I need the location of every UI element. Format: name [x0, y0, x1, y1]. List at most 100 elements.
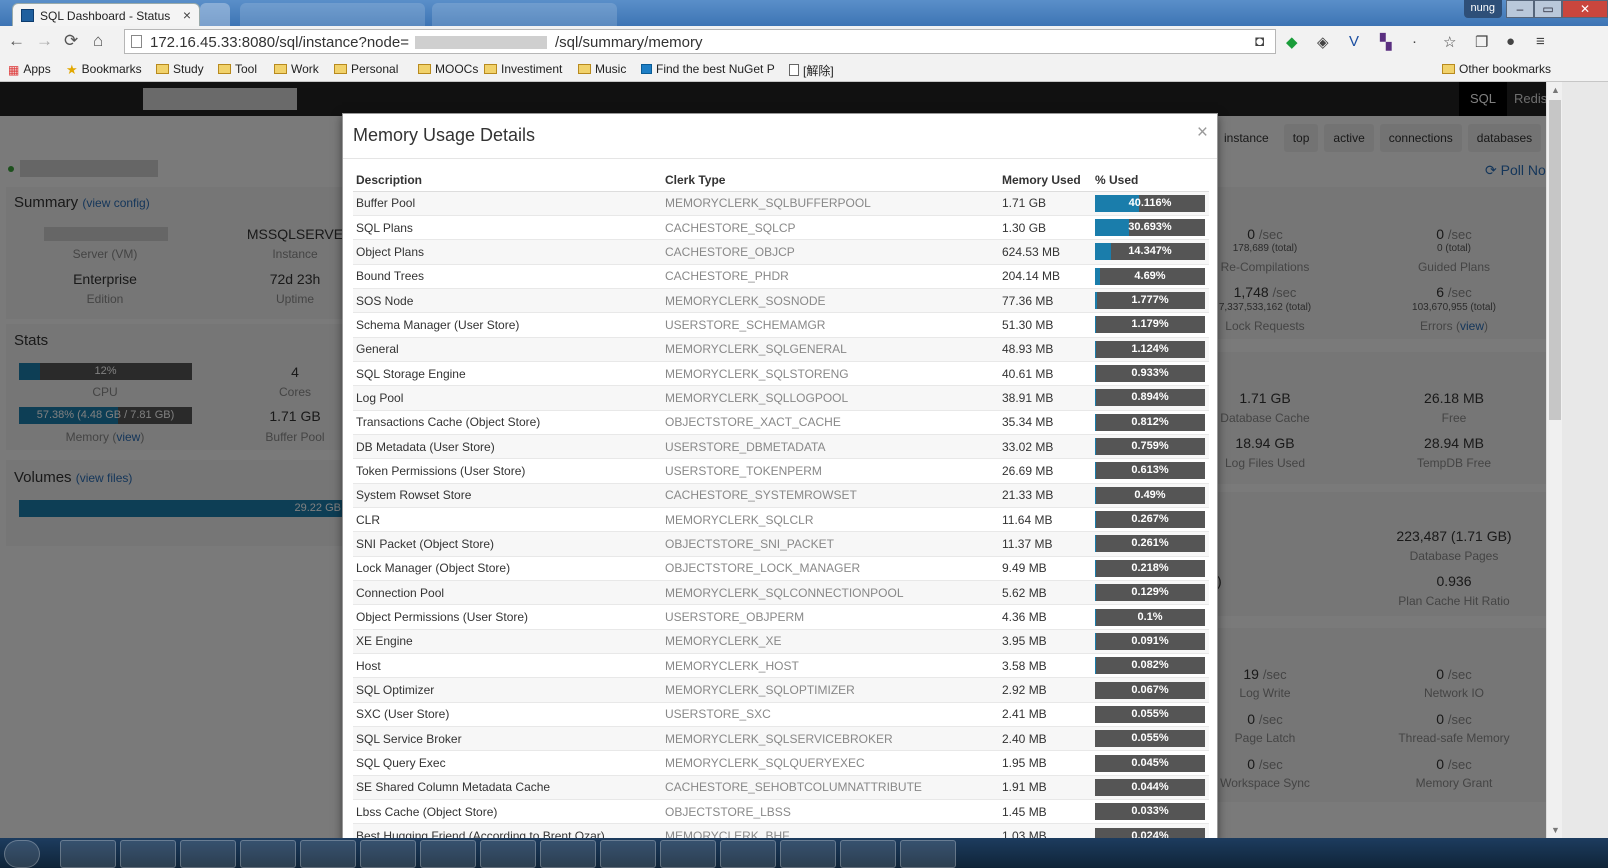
pct-used-bar: 0.067% [1095, 681, 1205, 699]
row-description: Bound Trees [353, 263, 662, 289]
pct-used-bar: 0.759% [1095, 438, 1205, 456]
col-pct-used: % Used [1092, 167, 1209, 192]
row-pct-cell: 0.49% [1092, 482, 1209, 508]
row-pct-cell: 0.055% [1092, 701, 1209, 727]
taskbar-app[interactable] [780, 840, 836, 868]
row-memory-used: 2.40 MB [999, 726, 1092, 751]
taskbar-app[interactable] [600, 840, 656, 868]
home-icon[interactable]: ⌂ [93, 31, 103, 51]
extension-circle-icon[interactable]: ● [1506, 33, 1515, 50]
pct-used-text: 0.894% [1131, 391, 1169, 404]
row-pct-cell: 1.124% [1092, 336, 1209, 362]
taskbar-app[interactable] [840, 840, 896, 868]
extension-green-icon[interactable]: ◆ [1286, 33, 1298, 51]
reload-icon[interactable]: ⟳ [64, 31, 78, 51]
table-row: CLR MEMORYCLERK_SQLCLR 11.64 MB 0.267% [353, 506, 1209, 532]
table-row: SQL Plans CACHESTORE_SQLCP 1.30 GB 30.693% [353, 214, 1209, 240]
window-close-icon[interactable]: ✕ [1562, 0, 1608, 18]
scroll-up-icon[interactable]: ▲ [1551, 85, 1560, 95]
pct-used-text: 0.759% [1131, 440, 1169, 453]
maximize-icon[interactable]: ▭ [1534, 0, 1562, 18]
browser-tab-blurred[interactable] [432, 3, 617, 26]
browser-tab-blurred[interactable] [240, 3, 425, 26]
pct-used-bar: 0.261% [1095, 535, 1205, 553]
table-row: Lock Manager (Object Store) OBJECTSTORE_L… [353, 555, 1209, 581]
extension-chart-icon[interactable]: ▚ [1380, 33, 1392, 51]
extension-window-icon[interactable]: ❐ [1475, 33, 1488, 51]
forward-icon[interactable]: → [36, 31, 53, 51]
taskbar-app[interactable] [240, 840, 296, 868]
bookmark-music[interactable]: Music [578, 62, 626, 76]
pct-used-text: 0.129% [1131, 586, 1169, 599]
row-description: Schema Manager (User Store) [353, 312, 662, 338]
bookmark-personal[interactable]: Personal [334, 62, 398, 76]
taskbar-app[interactable] [420, 840, 476, 868]
pct-used-text: 30.693% [1128, 221, 1172, 234]
taskbar-app[interactable] [720, 840, 776, 868]
row-memory-used: 51.30 MB [999, 312, 1092, 338]
profile-badge[interactable]: nung [1463, 0, 1502, 18]
modal-close-icon[interactable]: × [1197, 122, 1208, 144]
bookmark-apps[interactable]: ▦ Apps [8, 62, 51, 77]
bookmark-page[interactable]: [解除] [789, 62, 834, 79]
extension-dot-icon[interactable]: · [1412, 33, 1417, 50]
taskbar-app[interactable] [480, 840, 536, 868]
row-pct-cell: 0.1% [1092, 604, 1209, 630]
pocket-icon[interactable]: ◘ [1255, 33, 1264, 50]
pct-used-bar: 0.129% [1095, 584, 1205, 602]
bookmark-other[interactable]: Other bookmarks [1442, 62, 1551, 76]
bookmark-investiment[interactable]: Investiment [484, 62, 562, 76]
bookmark-tool[interactable]: Tool [218, 62, 257, 76]
bookmark-nuget[interactable]: Find the best NuGet P [641, 62, 775, 76]
pct-used-bar: 0.055% [1095, 730, 1205, 748]
pct-used-text: 0.082% [1131, 659, 1169, 672]
taskbar-app[interactable] [900, 840, 956, 868]
pct-used-bar: 0.055% [1095, 705, 1205, 723]
taskbar-app[interactable] [120, 840, 176, 868]
row-clerk-type: MEMORYCLERK_HOST [662, 653, 999, 678]
minimize-icon[interactable]: – [1506, 0, 1534, 18]
extension-tag-icon[interactable]: ◈ [1317, 33, 1329, 51]
back-icon[interactable]: ← [8, 31, 25, 51]
row-pct-cell: 0.759% [1092, 433, 1209, 459]
start-button-icon[interactable] [4, 840, 40, 868]
folder-icon [578, 64, 591, 74]
pct-used-fill [1095, 219, 1129, 237]
taskbar-app[interactable] [60, 840, 116, 868]
page-icon [131, 35, 142, 48]
taskbar-app[interactable] [540, 840, 596, 868]
pct-used-text: 0.045% [1131, 756, 1169, 769]
window-edge [1562, 82, 1608, 838]
row-pct-cell: 0.033% [1092, 799, 1209, 824]
row-clerk-type: CACHESTORE_OBJCP [662, 239, 999, 265]
extension-v-icon[interactable]: V [1349, 33, 1359, 50]
bookmark-moocs[interactable]: MOOCs [418, 62, 478, 76]
row-clerk-type: MEMORYCLERK_SQLQUERYEXEC [662, 750, 999, 776]
row-description: Host [353, 653, 662, 678]
chrome-menu-icon[interactable]: ≡ [1536, 33, 1545, 50]
tab-close-icon[interactable]: × [183, 7, 191, 23]
row-clerk-type: MEMORYCLERK_XE [662, 628, 999, 654]
bookmark-study[interactable]: Study [156, 62, 204, 76]
new-tab-button[interactable] [200, 3, 230, 26]
address-bar[interactable]: 172.16.45.33:8080/sql/instance?node= /sq… [124, 29, 1276, 54]
row-clerk-type: OBJECTSTORE_SNI_PACKET [662, 531, 999, 557]
browser-tab-active[interactable]: SQL Dashboard - Status × [12, 3, 200, 26]
row-pct-cell: 40.116% [1092, 190, 1209, 216]
taskbar-app[interactable] [180, 840, 236, 868]
scrollbar-thumb[interactable] [1549, 100, 1561, 420]
taskbar-app[interactable] [300, 840, 356, 868]
taskbar-app[interactable] [360, 840, 416, 868]
taskbar-app[interactable] [660, 840, 716, 868]
bookmark-bookmarks[interactable]: ★ Bookmarks [66, 62, 142, 78]
row-memory-used: 2.92 MB [999, 677, 1092, 703]
pct-used-fill [1095, 365, 1097, 383]
bookmark-star-icon[interactable]: ☆ [1443, 33, 1456, 51]
table-row: SXC (User Store) USERSTORE_SXC 2.41 MB 0.05… [353, 701, 1209, 727]
row-description: SQL Optimizer [353, 677, 662, 703]
scroll-down-icon[interactable]: ▼ [1551, 825, 1560, 835]
page-scrollbar[interactable]: ▲ ▼ [1546, 82, 1562, 838]
row-memory-used: 9.49 MB [999, 555, 1092, 581]
row-pct-cell: 0.894% [1092, 385, 1209, 411]
bookmark-work[interactable]: Work [274, 62, 319, 76]
